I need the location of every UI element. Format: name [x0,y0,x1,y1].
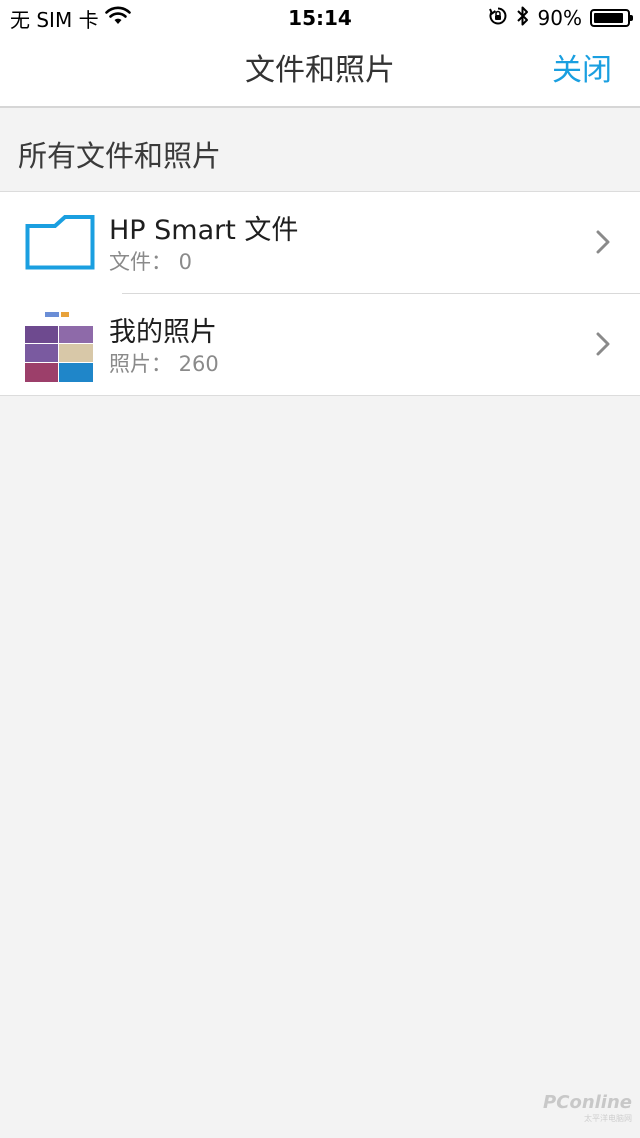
item-text: 我的照片 照片： 260 [109,316,219,378]
chevron-right-icon [596,332,610,356]
thumbnail-logo-accent [61,312,69,317]
status-right: 90% [488,5,640,32]
item-text: HP Smart 文件 文件： 0 [109,214,298,276]
battery-percent: 90% [537,6,582,30]
close-button[interactable]: 关闭 [552,36,612,106]
thumbnail-tile [59,363,93,382]
thumbnail-logo [45,312,59,317]
item-title: 我的照片 [109,317,217,348]
watermark-subtext: 太平洋电脑网 [584,1114,632,1123]
thumbnail-tile [25,363,58,382]
thumbnail-header [25,308,93,324]
bluetooth-icon [516,5,530,32]
section-title: 所有文件和照片 [18,139,222,173]
status-bar: 无 SIM 卡 15:14 90% [0,0,640,36]
photo-thumbnail [25,308,93,382]
orientation-lock-icon [488,6,508,31]
thumbnail-tile [59,344,93,362]
item-subtitle: 照片： 260 [109,352,219,376]
status-left: 无 SIM 卡 [0,4,131,33]
list-item-my-photos[interactable]: 我的照片 照片： 260 [0,294,640,396]
battery-icon [590,9,633,27]
thumbnail-tile [25,344,58,362]
thumbnail-tile [25,326,58,343]
thumbnail-tile [59,326,93,343]
wifi-icon [104,6,131,31]
battery-level [594,13,623,23]
list-item-hp-smart-files[interactable]: HP Smart 文件 文件： 0 [0,192,640,294]
item-subtitle: 文件： 0 [109,250,193,274]
section-header: 所有文件和照片 [0,108,640,192]
folder-icon [25,214,95,270]
watermark-text: PConline [543,1092,632,1113]
carrier-label: 无 SIM 卡 [10,7,99,32]
page-title: 文件和照片 [245,53,395,88]
chevron-right-icon [596,230,610,254]
item-title: HP Smart 文件 [109,215,299,246]
file-list: HP Smart 文件 文件： 0 我的照片 照片： 260 [0,192,640,396]
watermark-logo: PConline 太平洋电脑网 [543,1092,632,1124]
navigation-bar: 文件和照片 关闭 [0,36,640,108]
